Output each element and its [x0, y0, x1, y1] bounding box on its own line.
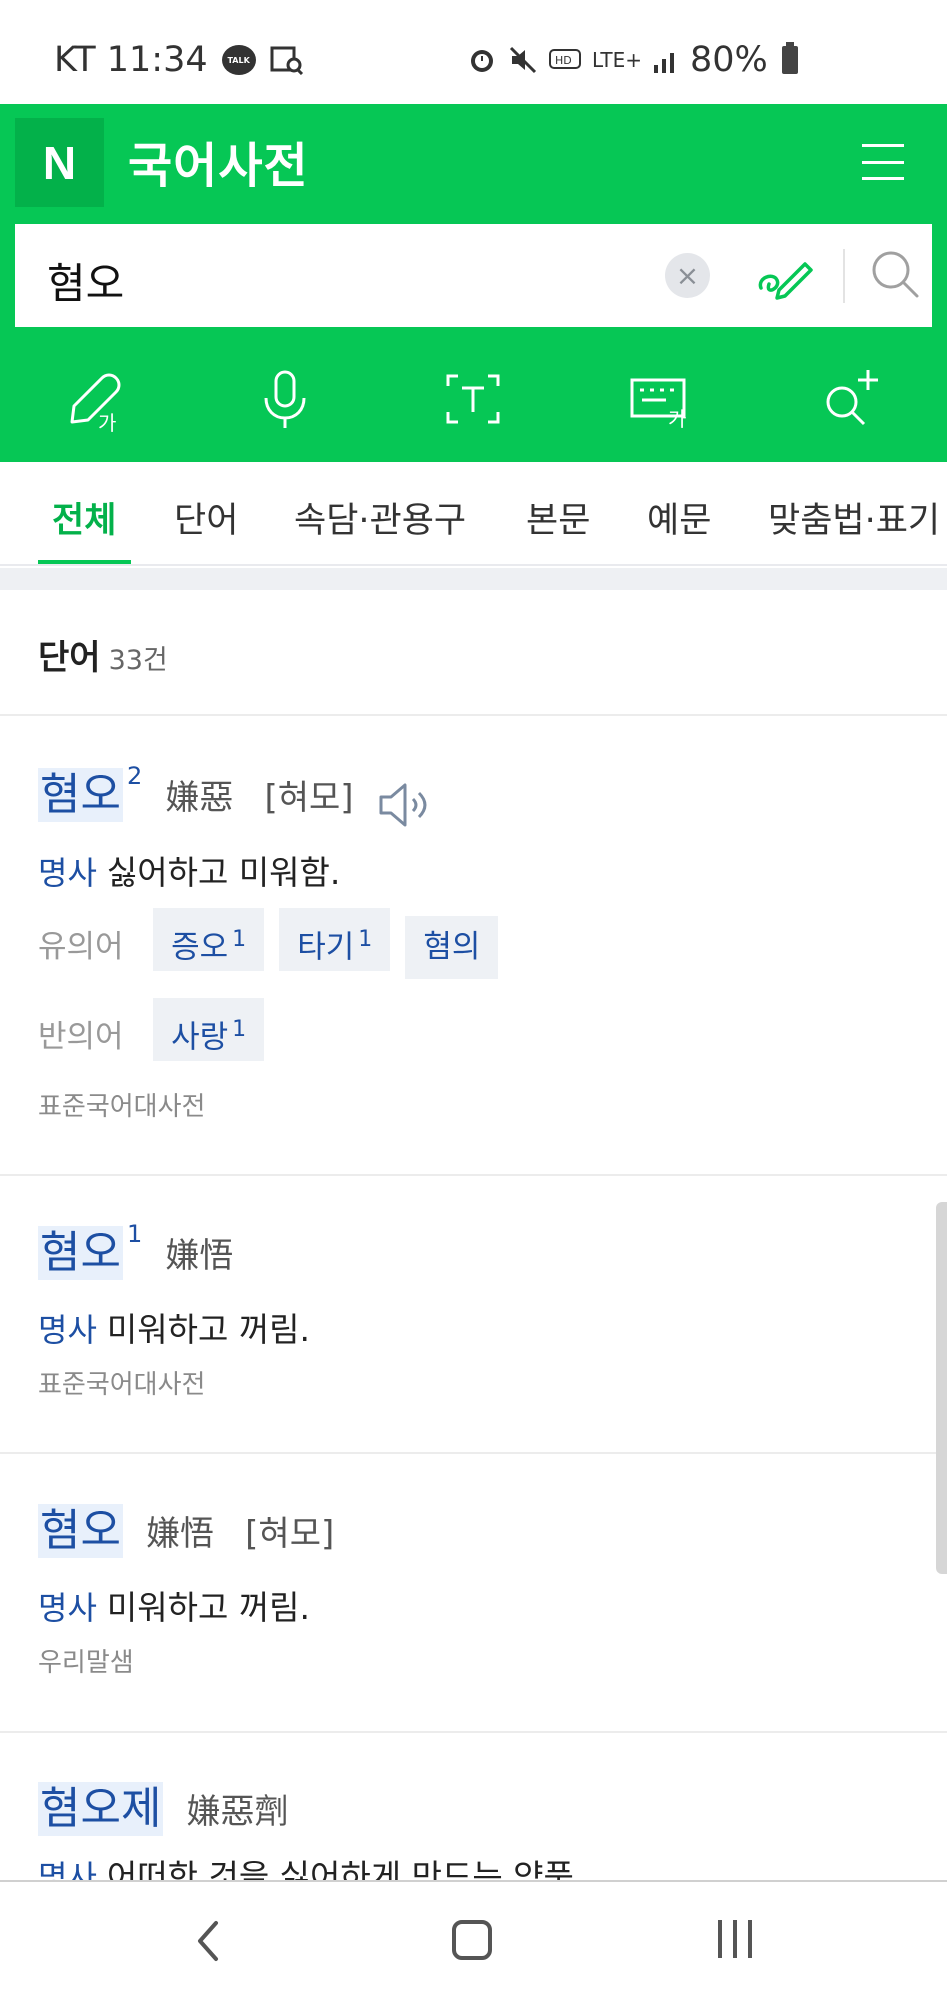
entry-headword[interactable]: 혐오: [38, 768, 123, 822]
svg-text:가: 가: [98, 411, 116, 434]
result-tabs: 전체 단어 속담·관용구 본문 예문 맞춤법·표기: [0, 462, 947, 566]
definition: 어떠한 것을 싫어하게 만드는 약품.: [106, 1857, 585, 1880]
signal-icon: [654, 53, 674, 73]
entry-source[interactable]: 표준국어대사전: [38, 1086, 205, 1123]
search-divider: [843, 249, 845, 303]
scrollbar[interactable]: [936, 1202, 947, 1574]
menu-icon[interactable]: [862, 144, 904, 180]
tab-words[interactable]: 단어: [174, 492, 238, 543]
handwriting-icon[interactable]: [755, 244, 817, 306]
entry-headword[interactable]: 혐오: [38, 1226, 123, 1280]
status-bar: KT 11:34 TALK HD LTE+ 80%: [0, 0, 947, 104]
microphone-icon[interactable]: [250, 364, 320, 434]
talk-notification-icon: TALK: [221, 45, 256, 75]
back-icon[interactable]: [190, 1917, 226, 1965]
antonym-label: 반의어: [38, 1019, 124, 1056]
carrier-time: KT 11:34: [54, 40, 208, 80]
entry-1-definition: 명사 싫어하고 미워함.: [38, 846, 340, 894]
entry-2-definition: 명사 미워하고 꺼림.: [38, 1303, 310, 1351]
part-of-speech: 명사: [38, 1311, 97, 1349]
entry-pronunciation: [혀모]: [245, 1514, 335, 1554]
search-icon[interactable]: [867, 246, 923, 302]
entry-headword[interactable]: 혐오: [38, 1504, 123, 1558]
naver-logo[interactable]: N: [15, 118, 104, 207]
svg-text:HD: HD: [555, 54, 572, 67]
section-gap: [0, 568, 947, 590]
homonym-number: 2: [126, 762, 143, 790]
entry-hanja: 嫌悟: [146, 1514, 215, 1554]
entry-1: 혐오 2 嫌惡 [혀모]: [38, 762, 433, 829]
search-input[interactable]: 혐오: [47, 250, 124, 311]
advanced-search-icon[interactable]: [814, 364, 884, 434]
entry-source[interactable]: 우리말샘: [38, 1642, 134, 1679]
synonym-row: 유의어 증오 1 타기 1 혐의: [38, 908, 508, 980]
entry-hanja: 嫌惡: [165, 778, 234, 818]
definition: 미워하고 꺼림.: [106, 1588, 311, 1627]
divider: [0, 1174, 947, 1176]
section-title: 단어 33건: [38, 630, 168, 679]
part-of-speech: 명사: [38, 854, 97, 892]
entry-3-definition: 명사 미워하고 꺼림.: [38, 1581, 310, 1629]
input-tools: 가 가: [0, 354, 947, 462]
speaker-icon[interactable]: [377, 781, 433, 829]
system-nav-bar: [0, 1880, 947, 2000]
divider: [0, 714, 947, 716]
tab-spelling[interactable]: 맞춤법·표기: [768, 492, 940, 543]
page-title[interactable]: 국어사전: [128, 126, 309, 196]
antonym-row: 반의어 사랑 1: [38, 998, 274, 1061]
hd-voice-icon: HD: [549, 49, 581, 69]
battery-icon: [781, 42, 798, 74]
active-tab-indicator: [38, 560, 131, 564]
antonym-chip[interactable]: 사랑 1: [153, 998, 265, 1061]
tab-all[interactable]: 전체: [52, 492, 116, 543]
gallery-search-icon: [270, 46, 303, 75]
entry-source[interactable]: 표준국어대사전: [38, 1364, 205, 1401]
entry-hanja: 嫌悟: [165, 1236, 234, 1276]
battery-percent: 80%: [690, 40, 768, 80]
definition: 싫어하고 미워함.: [106, 853, 341, 892]
network-type: LTE+: [592, 48, 642, 72]
definition: 미워하고 꺼림.: [106, 1310, 311, 1349]
entry-pronunciation: [혀모]: [264, 778, 354, 818]
part-of-speech: 명사: [38, 1858, 97, 1880]
synonym-label: 유의어: [38, 929, 124, 966]
dictionary-header: N 국어사전 혐오 × 가 가: [0, 104, 947, 462]
homonym-number: 1: [126, 1220, 143, 1248]
synonym-chip[interactable]: 타기 1: [279, 908, 391, 971]
divider: [0, 1731, 947, 1733]
result-count: 33건: [108, 645, 168, 676]
text-recognition-icon[interactable]: [438, 364, 508, 434]
divider: [0, 1452, 947, 1454]
alarm-icon: [471, 50, 493, 72]
mute-icon: [509, 46, 537, 74]
entry-4: 혐오제 嫌惡劑: [38, 1782, 289, 1836]
svg-text:가: 가: [668, 407, 686, 431]
handwriting-input-icon[interactable]: 가: [62, 364, 132, 434]
search-box[interactable]: 혐오 ×: [15, 224, 932, 327]
entry-3: 혐오 嫌悟 [혀모]: [38, 1504, 334, 1558]
entry-hanja: 嫌惡劑: [186, 1792, 289, 1832]
tab-body[interactable]: 본문: [526, 492, 590, 543]
part-of-speech: 명사: [38, 1589, 97, 1627]
home-icon[interactable]: [452, 1920, 492, 1960]
entry-2: 혐오 1 嫌悟: [38, 1220, 234, 1280]
clear-icon[interactable]: ×: [665, 253, 710, 298]
synonym-chip[interactable]: 혐의: [405, 916, 499, 980]
section-label: 단어: [38, 638, 101, 678]
keyboard-input-icon[interactable]: 가: [626, 364, 696, 434]
recent-apps-icon[interactable]: [718, 1920, 752, 1958]
entry-4-definition: 명사 어떠한 것을 싫어하게 만드는 약품.: [38, 1850, 584, 1880]
synonym-chip[interactable]: 증오 1: [153, 908, 265, 971]
tab-examples[interactable]: 예문: [647, 492, 711, 543]
tab-idioms[interactable]: 속담·관용구: [294, 492, 466, 543]
entry-headword[interactable]: 혐오제: [38, 1782, 164, 1836]
